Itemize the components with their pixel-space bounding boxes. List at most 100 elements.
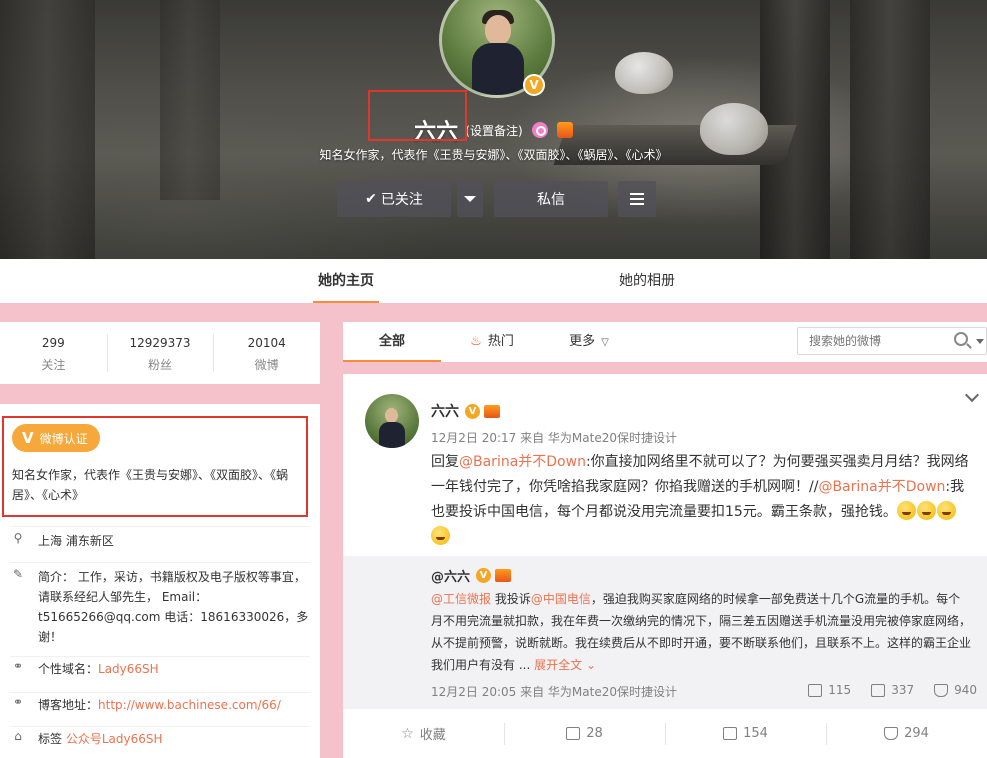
crying-emoji-icon <box>916 501 936 520</box>
crying-emoji-icon <box>936 501 956 520</box>
follow-dropdown-button[interactable] <box>457 181 483 217</box>
vip-crown-icon[interactable] <box>556 122 573 138</box>
check-icon: ✔ <box>365 191 377 207</box>
stat-followers[interactable]: 12929373 粉丝 <box>106 322 214 384</box>
expand-label: 展开全文 <box>534 658 583 672</box>
comment-icon <box>723 727 738 740</box>
repost-button[interactable]: 28 <box>504 709 665 758</box>
stats-card: 299 关注 12929373 粉丝 20104 微博 <box>0 322 320 384</box>
location-pin-icon: ⚲ <box>13 531 23 545</box>
domain-link[interactable]: Lady66SH <box>98 662 159 676</box>
repost-share-count[interactable]: 115 <box>808 683 851 697</box>
followed-label: 已关注 <box>380 192 423 208</box>
mention-link[interactable]: @Barina并不Down <box>459 454 586 470</box>
search-icon[interactable] <box>954 332 968 346</box>
info-card: V 微博认证 知名女作家，代表作《王贵与安娜》、《双面胶》、《蜗居》、《心术》 … <box>0 404 320 758</box>
post-author-name[interactable]: 六六 <box>431 401 459 421</box>
info-blog: ⚭ 博客地址：http://www.bachinese.com/66/ <box>10 692 310 715</box>
repost-count: 28 <box>586 726 603 741</box>
vip-crown-icon[interactable] <box>495 569 512 582</box>
info-domain: ⚭ 个性域名：Lady66SH <box>10 656 310 679</box>
chevron-down-icon: ⌄ <box>585 658 596 672</box>
mention-link[interactable]: @Barina并不Down <box>818 479 945 495</box>
crying-emoji-icon <box>896 501 916 520</box>
comment-button[interactable]: 154 <box>665 709 826 758</box>
like-button[interactable]: 294 <box>826 709 987 758</box>
repost-actions: 115 337 940 <box>808 683 977 697</box>
search-input[interactable] <box>798 328 938 354</box>
comment-count: 154 <box>743 726 768 741</box>
expand-full-text-link[interactable]: 展开全文 ⌄ <box>534 658 596 672</box>
verified-icon: V <box>476 568 492 583</box>
post-options-chevron-icon[interactable] <box>964 387 980 403</box>
blog-label: 博客地址： <box>38 698 99 712</box>
tab-more[interactable]: 更多 ▽ <box>565 322 613 362</box>
feed-search <box>797 327 987 355</box>
bio-text: 简介： 工作，采访，书籍版权及电子版权等事宜，请联系经纪人邹先生， Email：… <box>38 570 309 644</box>
profile-tabs: 她的主页 她的相册 <box>0 259 987 303</box>
stat-following[interactable]: 299 关注 <box>0 322 107 384</box>
feed-tabs: 全部 ♨ 热门 更多 ▽ <box>343 322 987 362</box>
crying-emoji-icon <box>431 526 450 545</box>
tag-link[interactable]: 公众号Lady66SH <box>66 732 163 746</box>
post-meta: 12月2日 20:17 来自 华为Mate20保时捷设计 <box>431 431 677 445</box>
count: 940 <box>954 683 977 697</box>
like-count: 294 <box>904 726 929 741</box>
verified-icon: V <box>465 403 480 419</box>
post-author[interactable]: 六六 V <box>431 401 500 421</box>
mention-link[interactable]: @中国电信 <box>531 592 591 606</box>
tab-album[interactable]: 她的相册 <box>614 259 680 303</box>
thumbs-up-icon <box>884 727 899 740</box>
search-dropdown-icon[interactable] <box>976 339 984 344</box>
fire-icon: ♨ <box>470 334 482 349</box>
count: 115 <box>828 683 852 697</box>
profile-intro: 知名女作家，代表作《王贵与安娜》、《双面胶》、《蜗居》、《心术》 <box>319 148 668 162</box>
repost-like-count[interactable]: 940 <box>934 683 977 697</box>
verification-tag[interactable]: V 微博认证 <box>12 424 100 452</box>
repost-author-name[interactable]: @六六 <box>431 566 470 585</box>
post-text: 回复@Barina并不Down:你直接加网络里不就可以了？为何要强买强卖月月结？… <box>431 450 971 550</box>
stat-value: 12929373 <box>129 336 191 350</box>
stat-value: 299 <box>41 336 65 350</box>
info-location: ⚲ 上海 浦东新区 <box>10 526 310 551</box>
reply-prefix: 回复 <box>431 454 459 470</box>
profile-name-row: 六六 (设置备注) <box>0 114 987 146</box>
tab-hot-label: 热门 <box>487 334 514 349</box>
verification-tag-label: 微博认证 <box>39 431 88 446</box>
verification-description: 知名女作家，代表作《王贵与安娜》、《双面胶》、《蜗居》、《心术》 <box>12 468 289 502</box>
stat-value: 20104 <box>247 336 286 350</box>
favorite-button[interactable]: ☆ 收藏 <box>343 709 504 758</box>
repost-author[interactable]: @六六 V <box>431 566 512 585</box>
vip-crown-icon[interactable] <box>484 404 500 418</box>
blog-link[interactable]: http://www.bachinese.com/66/ <box>98 698 281 712</box>
stat-label: 粉丝 <box>148 358 173 372</box>
info-bio: ✎ 简介： 工作，采访，书籍版权及电子版权等事宜，请联系经纪人邹先生， Emai… <box>10 562 310 647</box>
post-avatar[interactable] <box>365 394 419 448</box>
domain-label: 个性域名： <box>38 662 99 676</box>
repost-comment-count[interactable]: 337 <box>871 683 914 697</box>
tab-home[interactable]: 她的主页 <box>313 259 379 303</box>
info-tags: ⌂ 标签 公众号Lady66SH <box>10 726 310 749</box>
chevron-down-icon: ▽ <box>601 337 609 348</box>
repost-meta: 12月2日 20:05 来自 华为Mate20保时捷设计 <box>431 685 677 699</box>
followed-button[interactable]: ✔ 已关注 <box>337 181 451 217</box>
chevron-down-icon <box>464 196 476 202</box>
message-button[interactable]: 私信 <box>494 181 608 217</box>
member-search-icon[interactable] <box>531 122 548 138</box>
thumbs-up-icon <box>934 683 949 697</box>
reposted-content: @六六 V @工信微报 我投诉@中国电信，强迫我购买家庭网络的时候拿一部免费送十… <box>343 556 987 708</box>
stat-posts[interactable]: 20104 微博 <box>213 322 320 384</box>
stat-label: 关注 <box>41 358 66 372</box>
comment-icon <box>871 683 886 697</box>
tab-more-label: 更多 <box>569 334 596 349</box>
tab-hot[interactable]: ♨ 热门 <box>467 322 517 362</box>
tags-label: 标签 <box>38 732 63 746</box>
set-remark-link[interactable]: (设置备注) <box>465 124 522 138</box>
link-icon: ⚭ <box>12 695 24 709</box>
verified-icon: V <box>523 74 545 96</box>
feed-post: 六六 V 12月2日 20:17 来自 华为Mate20保时捷设计 回复@Bar… <box>343 374 987 758</box>
location-text: 上海 浦东新区 <box>38 534 114 548</box>
tab-all[interactable]: 全部 <box>343 322 441 362</box>
mention-link[interactable]: @工信微报 <box>431 592 491 606</box>
more-menu-button[interactable] <box>618 181 656 217</box>
